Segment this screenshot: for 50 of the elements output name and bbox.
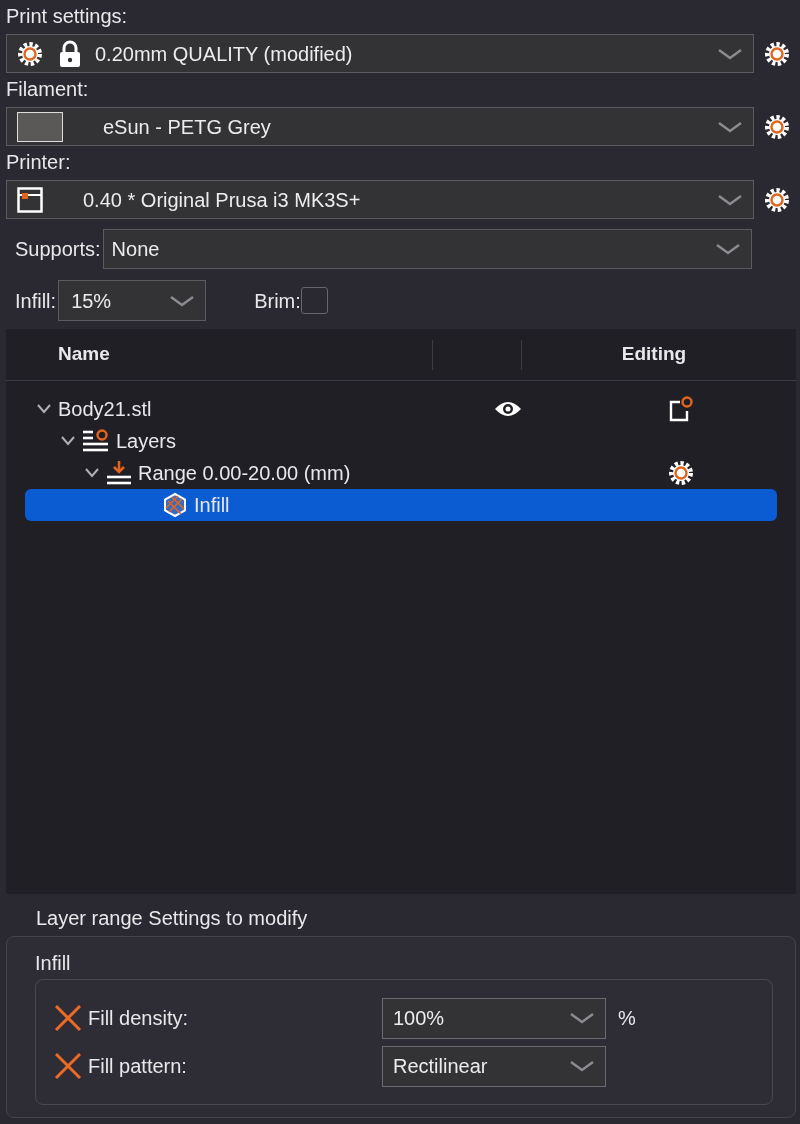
infill-icon (162, 492, 188, 518)
tree-item-label: Body21.stl (58, 397, 152, 422)
field-label: Infill: (15, 288, 57, 313)
tree-item-label: Infill (194, 493, 230, 518)
infill-dropdown[interactable]: 15% (58, 280, 207, 321)
chevron-icon (715, 242, 741, 256)
lock-icon (57, 39, 83, 68)
eye-icon[interactable] (494, 399, 522, 419)
column-header[interactable]: Editing (621, 340, 687, 369)
supports-dropdown[interactable]: None (102, 229, 752, 269)
settings-icon[interactable] (764, 113, 790, 140)
settings-icon (17, 40, 43, 67)
chevron-icon (569, 1059, 595, 1073)
setting-label: Fill density: (88, 1006, 190, 1031)
tree-item-label: Layers (116, 429, 177, 454)
field-label: Print settings: (6, 4, 129, 28)
print-settings-dropdown[interactable]: 0.20mm QUALITY (modified) (6, 34, 754, 73)
column-header[interactable]: Name (58, 340, 110, 369)
setting-label: Fill pattern: (88, 1054, 188, 1079)
settings-icon[interactable] (764, 186, 790, 213)
chevron-icon (569, 1011, 595, 1025)
remove-icon[interactable] (54, 1004, 82, 1032)
printer-icon (17, 186, 43, 213)
tree-item-label: Range 0.00-20.00 (mm) (138, 461, 351, 486)
tree-row[interactable]: Infill (25, 489, 777, 521)
filament-dropdown[interactable]: eSun - PETG Grey (6, 107, 754, 146)
brim-checkbox[interactable] (300, 287, 328, 314)
chevron-icon (169, 293, 196, 308)
chevron-icon (717, 46, 743, 61)
field-label: Printer: (6, 150, 72, 174)
chevron-icon (717, 119, 743, 134)
layers-icon (82, 428, 110, 454)
tree-row[interactable]: Body21.stl (6, 393, 796, 425)
group-title: Infill (35, 951, 72, 975)
setting-dropdown[interactable]: 100% (382, 997, 606, 1039)
remove-icon[interactable] (54, 1052, 82, 1080)
field-label: Filament: (6, 77, 90, 101)
layer-range-icon (106, 460, 132, 486)
settings-icon[interactable] (667, 460, 694, 486)
field-label: Brim: (254, 288, 301, 313)
section-title: Layer range Settings to modify (36, 906, 309, 930)
printer-dropdown[interactable]: 0.40 * Original Prusa i3 MK3S+ (6, 180, 754, 219)
edit-settings-icon (667, 395, 694, 423)
field-label: Supports: (15, 237, 101, 261)
chevron-icon (717, 192, 743, 207)
unit-label: % (618, 1006, 636, 1031)
settings-icon[interactable] (764, 40, 790, 67)
tree-row[interactable]: Range 0.00-20.00 (mm) (6, 457, 796, 489)
tree-row[interactable]: Layers (6, 425, 796, 457)
setting-dropdown[interactable]: Rectilinear (382, 1045, 606, 1087)
